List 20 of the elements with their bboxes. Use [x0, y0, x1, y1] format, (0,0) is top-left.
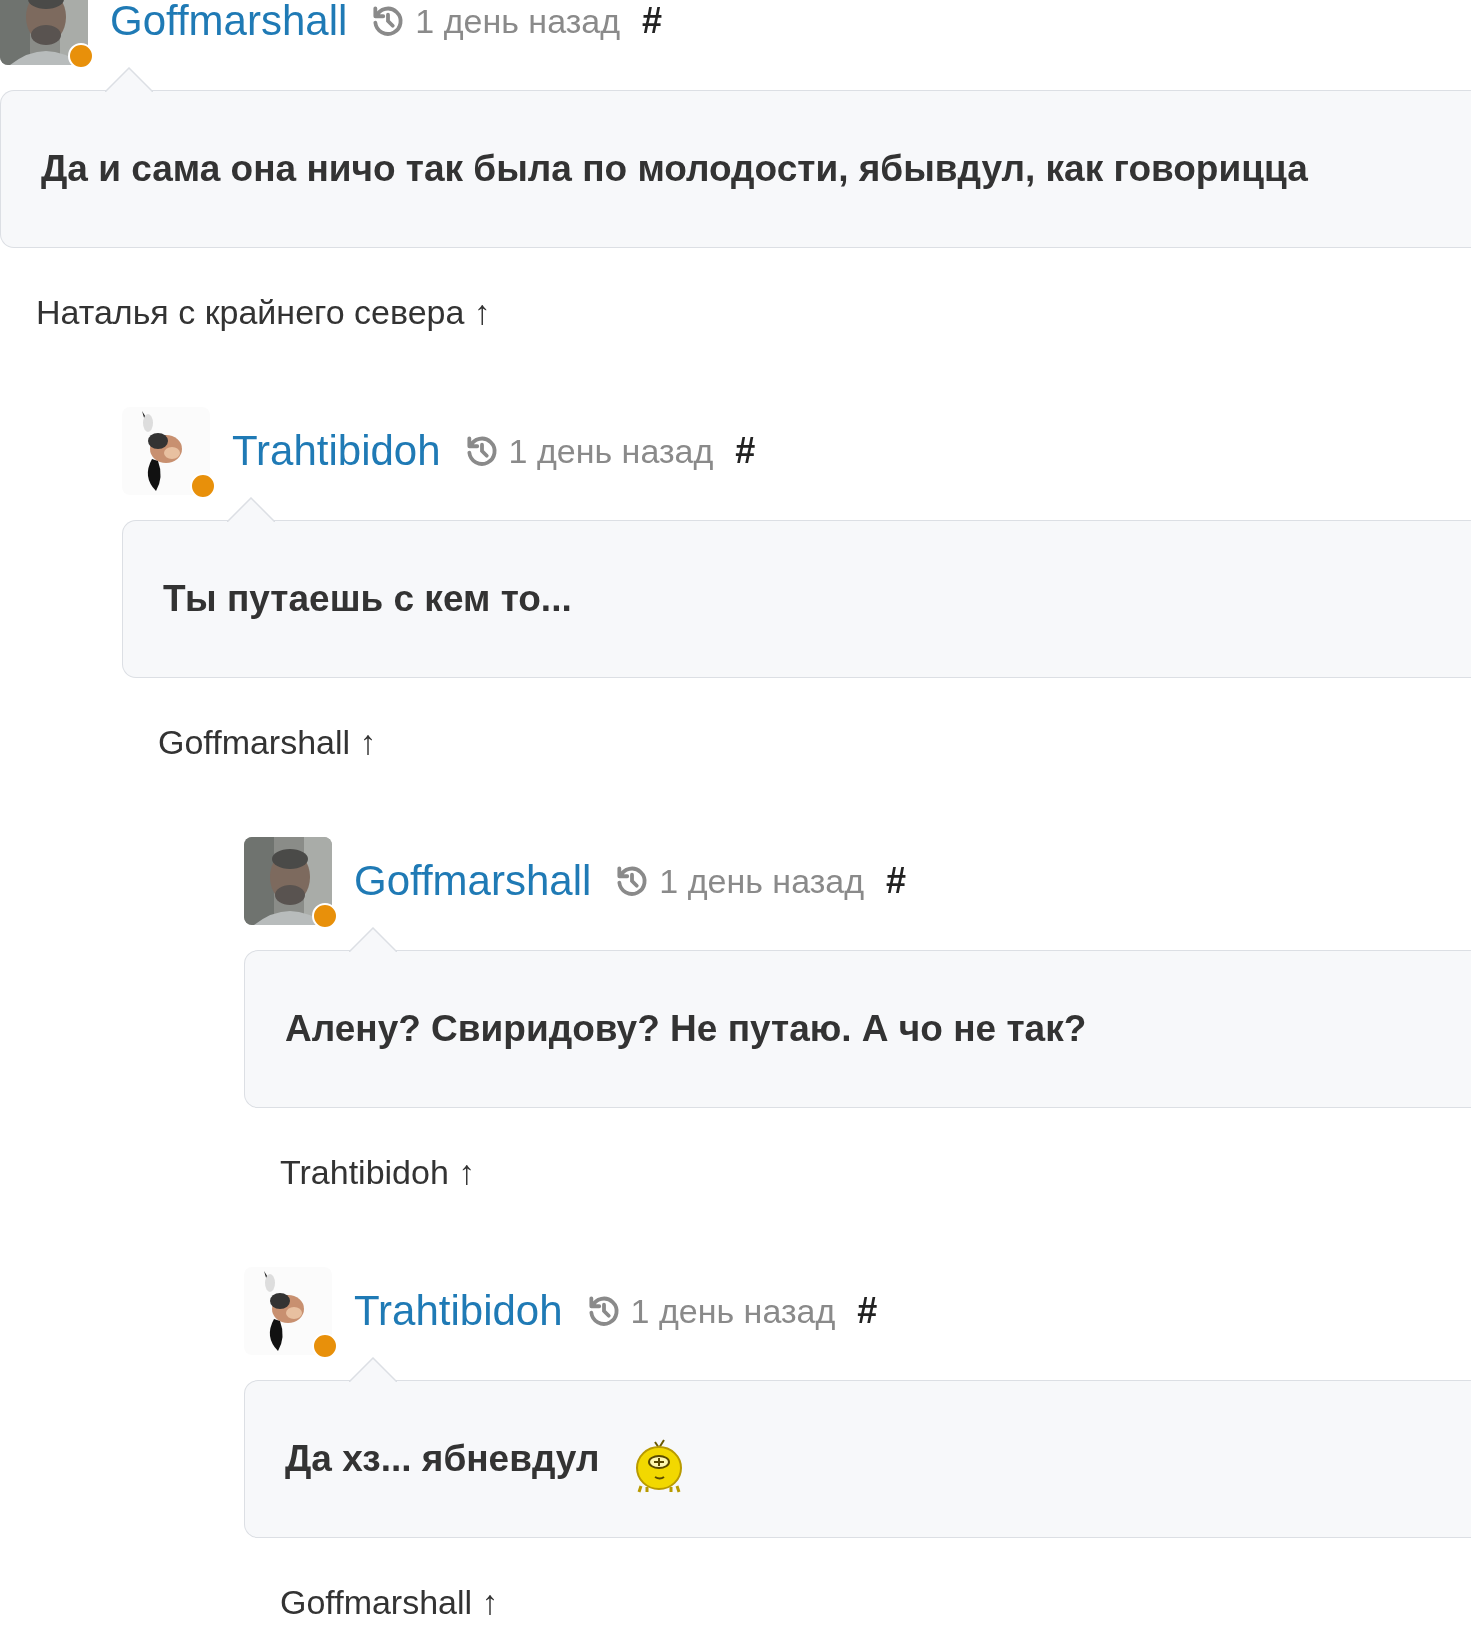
comment-text: Алену? Свиридову? Не путаю. А чо не так?	[285, 1008, 1087, 1050]
comment-time: 1 день назад	[415, 1, 620, 41]
comment-time: 1 день назад	[630, 1291, 836, 1331]
comment-time: 1 день назад	[659, 861, 864, 901]
author-link[interactable]: Goffmarshall	[110, 0, 348, 45]
permalink[interactable]: #	[642, 0, 663, 42]
permalink[interactable]: #	[735, 430, 756, 472]
comment-text: Ты путаешь с кем то...	[163, 578, 572, 620]
reply-to-link[interactable]: Trahtibidoh ↑	[280, 1150, 476, 1194]
author-link[interactable]: Trahtibidoh	[232, 427, 441, 475]
comment-text: Да и сама она ничо так была по молодости, ябывдул, как говорицца	[41, 148, 1308, 190]
reply-to-link[interactable]: Наталья с крайнего севера ↑	[36, 290, 491, 334]
reply-to-link[interactable]: Goffmarshall ↑	[158, 720, 377, 764]
comment-time: 1 день назад	[508, 431, 714, 471]
author-link[interactable]: Goffmarshall	[354, 857, 592, 905]
permalink[interactable]: #	[857, 1290, 878, 1332]
comment-text: Да хз... ябневдул	[285, 1438, 600, 1480]
permalink[interactable]: #	[886, 860, 907, 902]
author-link[interactable]: Trahtibidoh	[354, 1287, 563, 1335]
reply-to-link[interactable]: Goffmarshall ↑	[280, 1580, 499, 1624]
